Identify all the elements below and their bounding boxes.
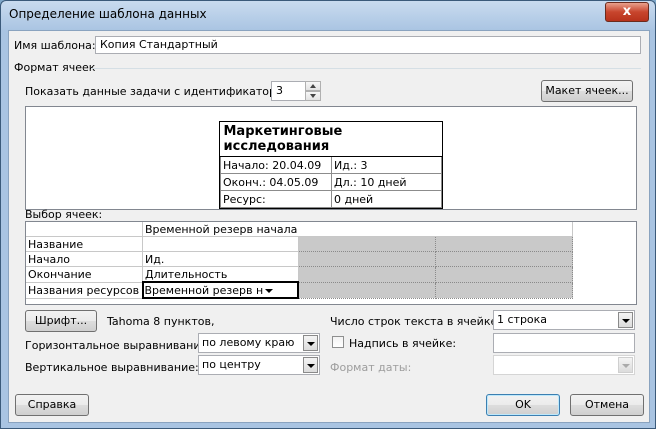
- v-align-value: по центру: [202, 358, 261, 371]
- task-id-spinner[interactable]: [305, 81, 321, 101]
- grid-cell[interactable]: Ид.: [142, 251, 299, 267]
- cell-select-label: Выбор ячеек:: [25, 208, 103, 221]
- caption-checkbox[interactable]: [332, 336, 344, 348]
- lines-select[interactable]: 1 строка: [493, 310, 635, 330]
- close-button[interactable]: x: [605, 2, 649, 22]
- grid-cell[interactable]: Начало: [26, 251, 143, 267]
- grid-cell[interactable]: [435, 282, 574, 299]
- help-button[interactable]: Справка: [15, 394, 89, 416]
- date-format-label: Формат даты:: [330, 361, 412, 374]
- caption-label: Надпись в ячейке:: [349, 337, 457, 350]
- cancel-button[interactable]: Отмена: [570, 394, 644, 416]
- template-name-input[interactable]: Копия Стандартный: [95, 36, 641, 54]
- grid-row: Временной резерв начала: [26, 222, 573, 237]
- chevron-down-icon[interactable]: [618, 357, 633, 373]
- cell-format-label: Формат ячеек: [14, 61, 96, 74]
- grid-cell[interactable]: [26, 222, 143, 237]
- grid-row: Начало Ид.: [26, 251, 574, 267]
- chevron-down-icon[interactable]: [303, 335, 318, 351]
- grid-cell[interactable]: [435, 266, 574, 283]
- grid-cell[interactable]: [435, 236, 574, 252]
- lines-label: Число строк текста в ячейке:: [330, 315, 501, 328]
- grid-cell[interactable]: [298, 282, 436, 299]
- dialog-body: Имя шаблона: Копия Стандартный Формат яч…: [8, 30, 650, 423]
- grid-row: Названия ресурсов Временной резерв н: [26, 281, 574, 299]
- chevron-down-icon[interactable]: [265, 288, 274, 293]
- font-button[interactable]: Шрифт...: [25, 310, 97, 332]
- card-cell: Дл.: 10 дней: [331, 173, 442, 191]
- card-title: Маркетинговые исследования: [220, 122, 442, 157]
- group-divider: [91, 68, 641, 69]
- v-align-label: Вертикальное выравнивание:: [25, 361, 199, 374]
- preview-panel: Маркетинговые исследования Начало: 20.04…: [25, 106, 637, 210]
- grid-row: Название: [26, 236, 574, 252]
- cell-select-grid[interactable]: Временной резерв начала Название Начало …: [25, 221, 637, 305]
- h-align-select[interactable]: по левому краю: [198, 333, 320, 353]
- grid-cell[interactable]: [142, 236, 299, 252]
- card-cell: 0 дней: [331, 190, 442, 208]
- ok-button[interactable]: OK: [486, 394, 560, 416]
- h-align-value: по левому краю: [202, 336, 295, 349]
- grid-cell[interactable]: Временной резерв начала: [142, 222, 573, 237]
- grid-cell[interactable]: Название: [26, 236, 143, 252]
- chevron-down-icon[interactable]: [618, 312, 633, 328]
- title-bar[interactable]: Определение шаблона данных x: [1, 1, 655, 29]
- card-cell: Ресурс:: [220, 190, 332, 208]
- font-value: Tahoma 8 пунктов,: [107, 315, 215, 328]
- card-cell: Ид.: 3: [331, 156, 442, 174]
- cell-layout-button[interactable]: Макет ячеек...: [541, 80, 633, 102]
- grid-row: Окончание Длительность: [26, 266, 574, 283]
- window-title: Определение шаблона данных: [9, 7, 207, 21]
- grid-cell[interactable]: Длительность: [142, 266, 299, 283]
- grid-cell-selected[interactable]: Временной резерв н: [141, 281, 300, 299]
- grid-cell[interactable]: [298, 266, 436, 283]
- template-name-label: Имя шаблона:: [14, 39, 96, 52]
- card-cell: Оконч.: 04.05.09: [220, 173, 332, 191]
- dialog-window: Определение шаблона данных x Имя шаблона…: [0, 0, 656, 429]
- spin-down-icon[interactable]: [305, 91, 321, 101]
- date-format-select[interactable]: [493, 355, 635, 375]
- caption-input[interactable]: [493, 333, 635, 353]
- grid-cell[interactable]: [435, 251, 574, 267]
- v-align-select[interactable]: по центру: [198, 355, 320, 375]
- show-task-label: Показать данные задачи с идентификатором…: [25, 85, 295, 98]
- lines-value: 1 строка: [497, 313, 548, 326]
- card-cell: Начало: 20.04.09: [220, 156, 332, 174]
- chevron-down-icon[interactable]: [303, 357, 318, 373]
- grid-cell[interactable]: Названия ресурсов: [26, 282, 143, 299]
- task-card-preview: Маркетинговые исследования Начало: 20.04…: [219, 121, 443, 209]
- selected-cell-text: Временной резерв н: [144, 283, 264, 297]
- h-align-label: Горизонтальное выравнивание:: [25, 339, 211, 352]
- grid-cell[interactable]: Окончание: [26, 266, 143, 283]
- grid-cell[interactable]: [298, 236, 436, 252]
- spin-up-icon[interactable]: [305, 81, 321, 91]
- grid-cell[interactable]: [298, 251, 436, 267]
